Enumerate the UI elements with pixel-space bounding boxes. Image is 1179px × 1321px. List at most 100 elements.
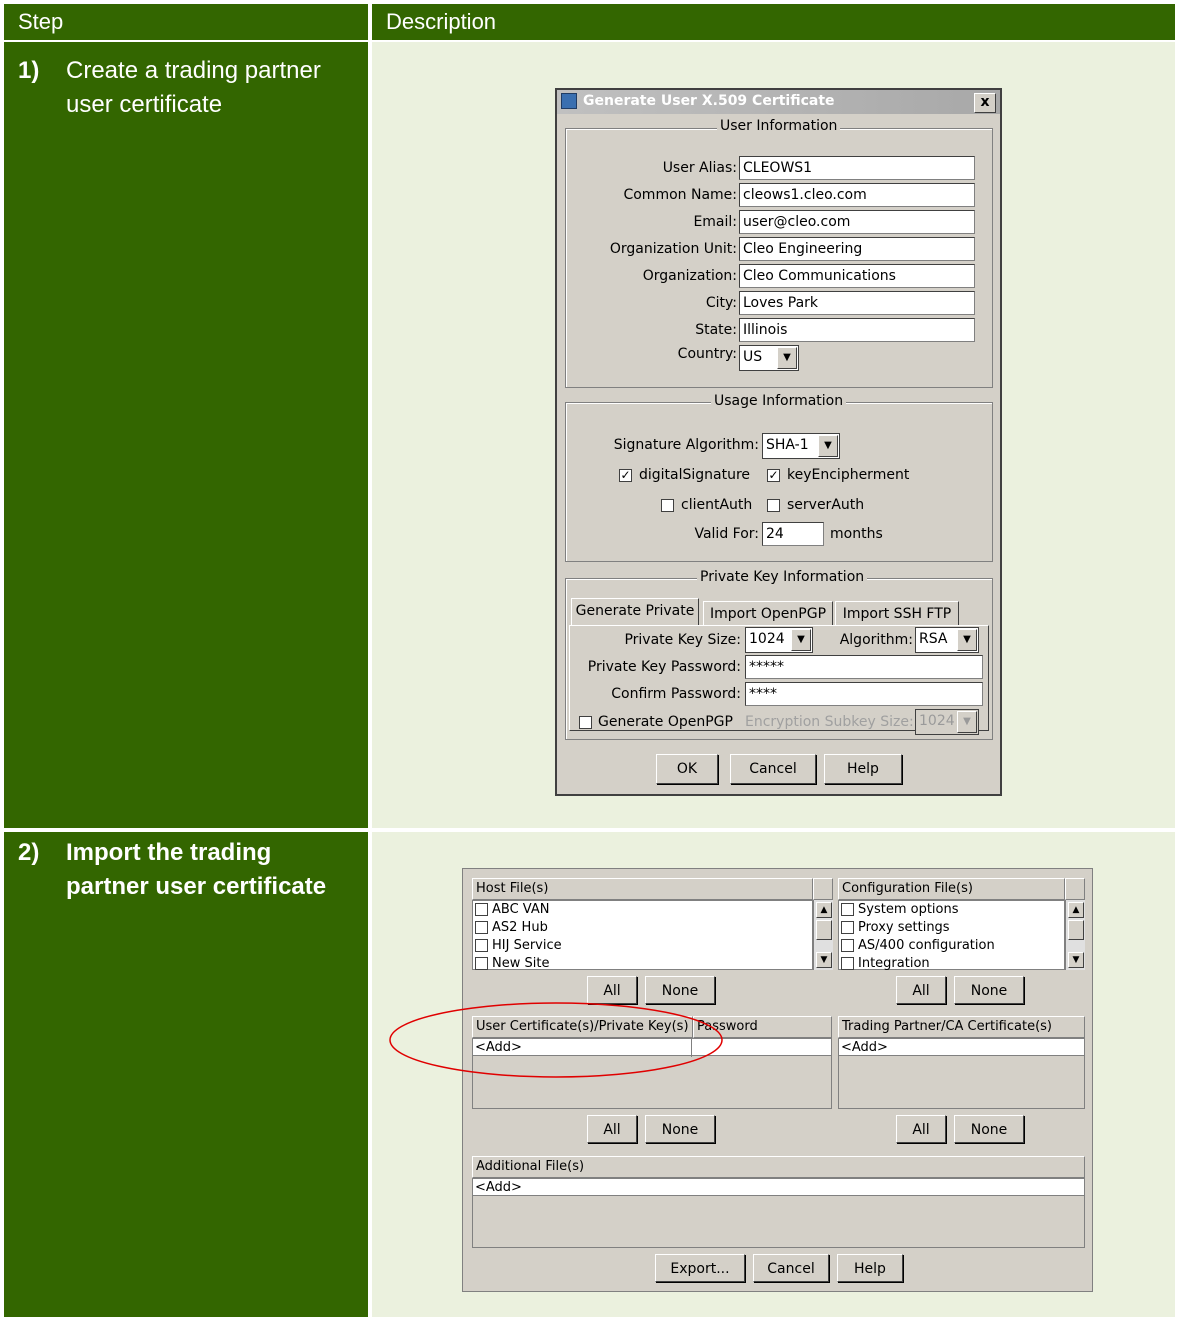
list-item[interactable]: HIJ Service xyxy=(473,937,812,955)
checkbox[interactable] xyxy=(475,957,488,970)
email-label: Email: xyxy=(693,214,737,230)
organization-label: Organization: xyxy=(642,268,737,284)
host-files-scrollbar[interactable]: ▲ ▼ xyxy=(813,900,833,970)
checkbox[interactable] xyxy=(475,939,488,952)
checkbox[interactable] xyxy=(841,957,854,970)
step-cell-1: 1) Create a trading partner user certifi… xyxy=(4,42,368,828)
common-name-field[interactable]: cleows1.cleo.com xyxy=(739,183,975,207)
client-auth-checkbox[interactable] xyxy=(661,499,674,512)
certificate-icon xyxy=(561,93,577,109)
key-encipherment-checkbox[interactable]: ✓ xyxy=(767,469,780,482)
checkbox[interactable] xyxy=(475,903,488,916)
chevron-down-icon[interactable]: ▼ xyxy=(818,435,838,457)
additional-files-header: Additional File(s) xyxy=(472,1156,1085,1178)
checkbox[interactable] xyxy=(841,939,854,952)
city-field[interactable]: Loves Park xyxy=(739,291,975,315)
close-button[interactable]: x xyxy=(974,93,996,113)
organization-field[interactable]: Cleo Communications xyxy=(739,264,975,288)
confirm-password-label: Confirm Password: xyxy=(611,686,741,702)
dialog-titlebar[interactable]: Generate User X.509 Certificate xyxy=(557,90,1000,114)
add-additional-file-row[interactable]: <Add> xyxy=(473,1179,1084,1197)
chevron-down-icon[interactable]: ▼ xyxy=(957,629,977,651)
tab-generate-private[interactable]: Generate Private xyxy=(571,598,699,626)
scroll-down-icon[interactable]: ▼ xyxy=(816,952,832,968)
list-item[interactable]: Proxy settings xyxy=(839,919,1064,937)
trading-partner-certificates-list[interactable]: <Add> xyxy=(838,1038,1085,1056)
add-trading-partner-certificate-row[interactable]: <Add> xyxy=(839,1039,1084,1057)
digital-signature-checkbox[interactable]: ✓ xyxy=(619,469,632,482)
trading-partner-all-button[interactable]: All xyxy=(896,1115,946,1143)
list-item-label: Integration xyxy=(858,956,930,971)
scroll-up-icon[interactable]: ▲ xyxy=(1068,902,1084,918)
configuration-files-header-filler xyxy=(1065,878,1085,900)
email-field[interactable]: user@cleo.com xyxy=(739,210,975,234)
algorithm-select[interactable]: RSA ▼ xyxy=(915,627,979,653)
additional-files-list[interactable]: <Add> xyxy=(472,1178,1085,1196)
scroll-thumb[interactable] xyxy=(1068,920,1084,940)
scroll-up-icon[interactable]: ▲ xyxy=(816,902,832,918)
user-alias-field[interactable]: CLEOWS1 xyxy=(739,156,975,180)
state-field[interactable]: Illinois xyxy=(739,318,975,342)
scroll-thumb[interactable] xyxy=(816,920,832,940)
user-alias-label: User Alias: xyxy=(662,160,737,176)
list-item-label: HIJ Service xyxy=(492,938,562,953)
host-files-header: Host File(s) xyxy=(472,878,813,900)
organization-unit-field[interactable]: Cleo Engineering xyxy=(739,237,975,261)
scroll-down-icon[interactable]: ▼ xyxy=(1068,952,1084,968)
list-item-label: AS2 Hub xyxy=(492,920,548,935)
list-item[interactable]: New Site xyxy=(473,955,812,971)
configuration-none-button[interactable]: None xyxy=(954,976,1024,1004)
checkbox[interactable] xyxy=(841,921,854,934)
list-item[interactable]: System options xyxy=(839,901,1064,919)
confirm-password-field[interactable]: **** xyxy=(745,682,983,706)
chevron-down-icon[interactable]: ▼ xyxy=(791,629,811,651)
cancel-button[interactable]: Cancel xyxy=(730,754,816,784)
server-auth-checkbox[interactable] xyxy=(767,499,780,512)
configuration-all-button[interactable]: All xyxy=(896,976,946,1004)
step-number: 2) xyxy=(18,839,40,866)
list-item-label: New Site xyxy=(492,956,550,971)
configuration-files-scrollbar[interactable]: ▲ ▼ xyxy=(1065,900,1085,970)
generate-openpgp-checkbox[interactable] xyxy=(579,716,592,729)
export-button[interactable]: Export... xyxy=(655,1254,745,1282)
tab-import-ssh-ftp[interactable]: Import SSH FTP xyxy=(835,601,959,625)
configuration-files-list[interactable]: System options Proxy settings AS/400 con… xyxy=(838,900,1065,971)
host-files-list[interactable]: ABC VAN AS2 Hub HIJ Service New Site xyxy=(472,900,813,971)
list-item[interactable]: AS/400 configuration xyxy=(839,937,1064,955)
signature-algorithm-value: SHA-1 xyxy=(766,437,809,453)
trading-partner-empty-area xyxy=(838,1056,1085,1109)
ok-button[interactable]: OK xyxy=(656,754,718,784)
tab-import-openpgp[interactable]: Import OpenPGP xyxy=(703,601,833,625)
user-information-legend: User Information xyxy=(717,118,841,134)
valid-for-unit: months xyxy=(830,526,883,542)
private-key-size-select[interactable]: 1024 ▼ xyxy=(745,627,813,653)
private-key-password-field[interactable]: ***** xyxy=(745,655,983,679)
cancel-button[interactable]: Cancel xyxy=(753,1254,829,1282)
key-encipherment-label: keyEncipherment xyxy=(787,467,910,483)
help-button[interactable]: Help xyxy=(837,1254,903,1282)
list-item[interactable]: Integration xyxy=(839,955,1064,971)
list-item[interactable]: ABC VAN xyxy=(473,901,812,919)
user-certificates-all-button[interactable]: All xyxy=(587,1115,637,1143)
host-files-header-filler xyxy=(813,878,833,900)
trading-partner-none-button[interactable]: None xyxy=(954,1115,1024,1143)
list-item-label: AS/400 configuration xyxy=(858,938,995,953)
chevron-down-icon[interactable]: ▼ xyxy=(957,711,977,733)
signature-algorithm-select[interactable]: SHA-1 ▼ xyxy=(762,433,840,459)
column-header-description: Description xyxy=(372,4,1175,40)
highlight-ellipse xyxy=(389,1002,723,1078)
user-certificates-none-button[interactable]: None xyxy=(645,1115,715,1143)
usage-information-legend: Usage Information xyxy=(711,393,847,409)
help-button[interactable]: Help xyxy=(824,754,902,784)
valid-for-label: Valid For: xyxy=(694,526,759,542)
checkbox[interactable] xyxy=(841,903,854,916)
country-select[interactable]: US ▼ xyxy=(739,345,799,371)
chevron-down-icon[interactable]: ▼ xyxy=(777,347,797,369)
country-label: Country: xyxy=(677,346,737,362)
additional-files-empty-area xyxy=(472,1196,1085,1248)
valid-for-field[interactable]: 24 xyxy=(762,522,824,546)
encryption-subkey-size-select[interactable]: 1024 ▼ xyxy=(915,709,979,735)
checkbox[interactable] xyxy=(475,921,488,934)
list-item[interactable]: AS2 Hub xyxy=(473,919,812,937)
city-label: City: xyxy=(705,295,737,311)
